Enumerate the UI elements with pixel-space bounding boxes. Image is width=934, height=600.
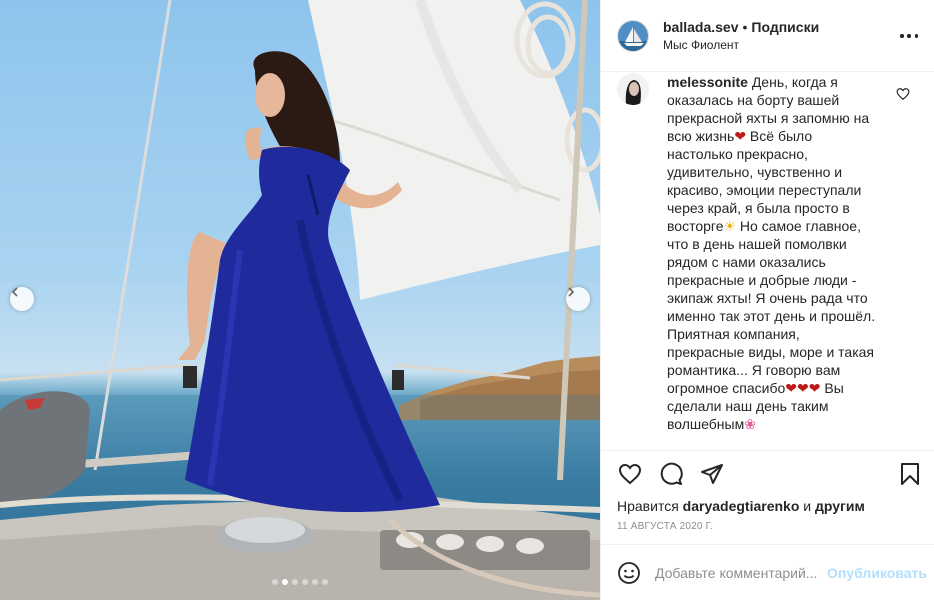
caption-segment: Но самое главное, что в день нашей помол… [667, 218, 876, 396]
emoji-picker-button[interactable] [617, 560, 641, 586]
chevron-left-icon [11, 287, 18, 297]
carousel-dot [292, 579, 298, 585]
profile-photo-icon [617, 73, 649, 105]
sailboat-avatar-icon [618, 20, 648, 51]
likes-summary: Нравится daryadegtiarenko и другим [601, 497, 934, 515]
following-button[interactable]: Подписки [751, 19, 819, 35]
carousel-dot [312, 579, 318, 585]
heart-outline-icon [896, 88, 910, 101]
flower-emoji-icon: ❀ [744, 416, 756, 432]
add-comment-bar: Опубликовать [601, 544, 934, 600]
like-button[interactable] [617, 461, 643, 487]
comment-like-button[interactable] [896, 87, 910, 101]
post-photo-illustration [0, 0, 600, 600]
carousel-dot [302, 579, 308, 585]
carousel-dot [282, 579, 288, 585]
commenter-username-link[interactable]: melessonite [667, 74, 748, 90]
commenter-avatar[interactable] [617, 73, 649, 105]
chevron-right-icon [568, 287, 575, 297]
post-photo[interactable] [0, 0, 600, 600]
more-horizontal-icon [900, 34, 904, 38]
sun-emoji-icon: ☀ [723, 218, 737, 234]
paper-plane-icon [701, 464, 723, 484]
heart-emoji-icon: ❤ [734, 128, 747, 144]
carousel-indicator [0, 579, 600, 585]
post-header: ballada.sev • Подписки Мыс Фиолент [601, 0, 934, 72]
comment-bubble-icon [660, 462, 683, 485]
sail-shape [308, 0, 600, 300]
caption-text: melessonite День, когда я оказалась на б… [667, 73, 877, 433]
likes-prefix: Нравится [617, 498, 679, 514]
header-separator: • [742, 18, 748, 35]
post-panel: ballada.sev • Подписки Мыс Фиолент melesso… [600, 0, 934, 600]
carousel-dot [322, 579, 328, 585]
caption-comment: melessonite День, когда я оказалась на б… [601, 73, 934, 433]
owner-avatar[interactable] [617, 19, 649, 52]
hearts-emoji-icon: ❤❤❤ [785, 380, 821, 396]
heart-icon [618, 463, 642, 485]
save-button[interactable] [897, 461, 923, 487]
likes-connector: и [803, 498, 812, 514]
comment-input[interactable] [655, 564, 823, 581]
carousel-dot [272, 579, 278, 585]
likes-others-link[interactable]: другим [815, 498, 865, 514]
more-options-button[interactable] [900, 28, 918, 44]
liker-username-link[interactable]: daryadegtiarenko [683, 498, 800, 514]
post-actions-section: Нравится daryadegtiarenko и другим 11 ав… [601, 450, 934, 532]
publish-button[interactable]: Опубликовать [827, 565, 927, 581]
bookmark-icon [901, 463, 919, 485]
carousel-prev-button[interactable] [10, 287, 34, 311]
share-button[interactable] [699, 461, 725, 487]
location-link[interactable]: Мыс Фиолент [663, 36, 819, 54]
carousel-next-button[interactable] [566, 287, 590, 311]
comment-button[interactable] [658, 461, 684, 487]
smiley-icon [618, 561, 640, 584]
action-bar [601, 451, 934, 497]
post-date[interactable]: 11 августа 2020 г. [601, 515, 934, 532]
owner-username-link[interactable]: ballada.sev [663, 19, 739, 35]
